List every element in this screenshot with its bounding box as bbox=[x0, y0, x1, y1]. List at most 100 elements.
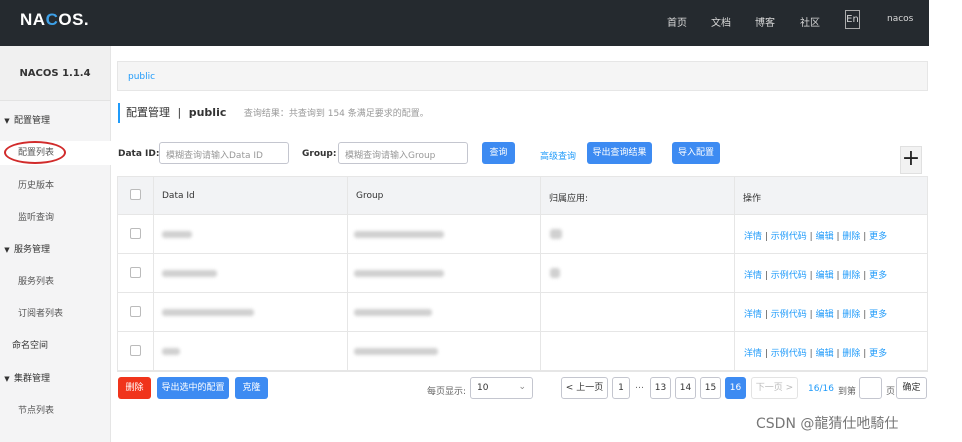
logo-text-suffix: OS. bbox=[58, 10, 90, 29]
redacted-data-id bbox=[162, 270, 217, 277]
row-actions: 洋情 | 示例代码 | 编辑 | 删除 | 更多 bbox=[744, 271, 888, 281]
detail-link[interactable]: 洋情 bbox=[744, 232, 762, 242]
row-actions: 洋情 | 示例代码 | 编辑 | 删除 | 更多 bbox=[744, 232, 888, 242]
more-link[interactable]: 更多 bbox=[869, 349, 887, 359]
nacos-logo[interactable]: NACOS. bbox=[20, 10, 89, 30]
column-group[interactable]: Group bbox=[356, 191, 383, 201]
delete-link[interactable]: 删除 bbox=[842, 271, 860, 281]
edit-link[interactable]: 编辑 bbox=[816, 232, 834, 242]
page-size-select[interactable]: 10 ⌄ bbox=[470, 377, 533, 399]
user-name[interactable]: nacos bbox=[887, 14, 913, 24]
row-checkbox[interactable] bbox=[130, 228, 141, 239]
sidebar-item-node-list[interactable]: 节点列表 bbox=[0, 403, 111, 416]
page-1-button[interactable]: 1 bbox=[612, 377, 630, 399]
nav-docs[interactable]: 文档 bbox=[711, 14, 731, 29]
redacted-group bbox=[354, 348, 438, 355]
logo-text-accent: C bbox=[45, 10, 59, 29]
sidebar-item-history[interactable]: 历史版本 bbox=[0, 178, 111, 191]
advanced-query-link[interactable]: 高级查询 bbox=[540, 149, 576, 162]
export-selected-button[interactable]: 导出选中的配置 bbox=[157, 377, 229, 399]
detail-link[interactable]: 洋情 bbox=[744, 271, 762, 281]
caret-down-icon: ▼ bbox=[4, 375, 10, 383]
title-separator: | bbox=[177, 106, 182, 119]
data-id-label: Data ID: bbox=[118, 149, 160, 159]
redacted-group bbox=[354, 270, 444, 277]
column-actions: 操作 bbox=[743, 194, 762, 204]
query-button[interactable]: 查询 bbox=[482, 142, 515, 164]
add-config-icon[interactable]: + bbox=[900, 146, 922, 174]
sidebar-item-namespace[interactable]: 命名空间 bbox=[0, 338, 111, 351]
nav-blog[interactable]: 博客 bbox=[755, 14, 775, 29]
sample-code-link[interactable]: 示例代码 bbox=[771, 349, 807, 359]
redacted-group bbox=[354, 309, 432, 316]
page-title: 配置管理 | public 查询结果：共查询到 154 条满足要求的配置。 bbox=[118, 103, 429, 123]
namespace-bar: public bbox=[117, 61, 928, 91]
sidebar-item-subscriber-list[interactable]: 订阅者列表 bbox=[0, 306, 111, 319]
import-config-button[interactable]: 导入配置 bbox=[672, 142, 720, 164]
nav-community[interactable]: 社区 bbox=[800, 14, 820, 29]
caret-down-icon: ▼ bbox=[4, 246, 10, 254]
query-result-hint: 查询结果：共查询到 154 条满足要求的配置。 bbox=[243, 109, 429, 119]
data-id-input[interactable]: 模糊查询请输入Data ID bbox=[159, 142, 289, 164]
edit-link[interactable]: 编辑 bbox=[816, 310, 834, 320]
sidebar-group-config[interactable]: ▼ 配置管理 bbox=[0, 113, 111, 126]
caret-down-icon: ▼ bbox=[4, 117, 10, 125]
delete-link[interactable]: 删除 bbox=[842, 310, 860, 320]
sidebar-group-service[interactable]: ▼ 服务管理 bbox=[0, 242, 111, 255]
more-link[interactable]: 更多 bbox=[869, 232, 887, 242]
column-app[interactable]: 归属应用: bbox=[549, 191, 588, 204]
version-label: NACOS 1.1.4 bbox=[0, 46, 110, 101]
next-page-button[interactable]: 下一页 > bbox=[751, 377, 798, 399]
page-unit-label: 页 bbox=[886, 387, 896, 397]
edit-link[interactable]: 编辑 bbox=[816, 349, 834, 359]
sample-code-link[interactable]: 示例代码 bbox=[771, 271, 807, 281]
sidebar-group-cluster[interactable]: ▼ 集群管理 bbox=[0, 371, 111, 384]
sidebar-item-service-list[interactable]: 服务列表 bbox=[0, 274, 111, 287]
table-row: 洋情 | 示例代码 | 编辑 | 删除 | 更多 bbox=[118, 215, 927, 254]
chevron-down-icon: ⌄ bbox=[518, 382, 526, 392]
select-all-checkbox[interactable] bbox=[130, 189, 141, 200]
table-header: Data Id Group 归属应用: 操作 bbox=[118, 177, 927, 215]
page-size-value: 10 bbox=[477, 383, 489, 393]
row-checkbox[interactable] bbox=[130, 267, 141, 278]
group-label: Group: bbox=[302, 149, 337, 159]
prev-page-button[interactable]: < 上一页 bbox=[561, 377, 608, 399]
page-size-label: 每页显示: bbox=[427, 387, 467, 397]
goto-page-input[interactable] bbox=[859, 377, 882, 399]
sample-code-link[interactable]: 示例代码 bbox=[771, 232, 807, 242]
row-actions: 洋情 | 示例代码 | 编辑 | 删除 | 更多 bbox=[744, 310, 888, 320]
sidebar-item-listener-query[interactable]: 监听查询 bbox=[0, 210, 111, 223]
page-status: 16/16 bbox=[808, 384, 834, 394]
page-14-button[interactable]: 14 bbox=[675, 377, 696, 399]
more-link[interactable]: 更多 bbox=[869, 271, 887, 281]
row-checkbox[interactable] bbox=[130, 306, 141, 317]
delete-button[interactable]: 删除 bbox=[118, 377, 151, 399]
more-link[interactable]: 更多 bbox=[869, 310, 887, 320]
table-row: 洋情 | 示例代码 | 编辑 | 删除 | 更多 bbox=[118, 332, 927, 371]
sample-code-link[interactable]: 示例代码 bbox=[771, 310, 807, 320]
row-checkbox[interactable] bbox=[130, 345, 141, 356]
edit-link[interactable]: 编辑 bbox=[816, 271, 834, 281]
namespace-tab-public[interactable]: public bbox=[128, 72, 155, 82]
page-15-button[interactable]: 15 bbox=[700, 377, 721, 399]
export-results-button[interactable]: 导出查询结果 bbox=[587, 142, 652, 164]
detail-link[interactable]: 洋情 bbox=[744, 310, 762, 320]
table-body: 洋情 | 示例代码 | 编辑 | 删除 | 更多 洋情 | 示例代码 | 编辑 |… bbox=[118, 215, 927, 371]
delete-link[interactable]: 删除 bbox=[842, 232, 860, 242]
goto-confirm-button[interactable]: 确定 bbox=[896, 377, 927, 399]
redacted-group bbox=[354, 231, 444, 238]
group-input[interactable]: 模糊查询请输入Group bbox=[338, 142, 468, 164]
language-toggle[interactable]: En bbox=[845, 10, 860, 29]
row-actions: 洋情 | 示例代码 | 编辑 | 删除 | 更多 bbox=[744, 349, 888, 359]
clone-button[interactable]: 克隆 bbox=[235, 377, 268, 399]
detail-link[interactable]: 洋情 bbox=[744, 349, 762, 359]
redacted-data-id bbox=[162, 348, 180, 355]
page-13-button[interactable]: 13 bbox=[650, 377, 671, 399]
nav-home[interactable]: 首页 bbox=[667, 14, 687, 29]
delete-link[interactable]: 删除 bbox=[842, 349, 860, 359]
redacted-data-id bbox=[162, 231, 192, 238]
page-16-button[interactable]: 16 bbox=[725, 377, 746, 399]
page-title-text: 配置管理 bbox=[126, 106, 170, 119]
column-data-id[interactable]: Data Id bbox=[162, 191, 195, 201]
goto-label: 到第 bbox=[838, 387, 857, 397]
